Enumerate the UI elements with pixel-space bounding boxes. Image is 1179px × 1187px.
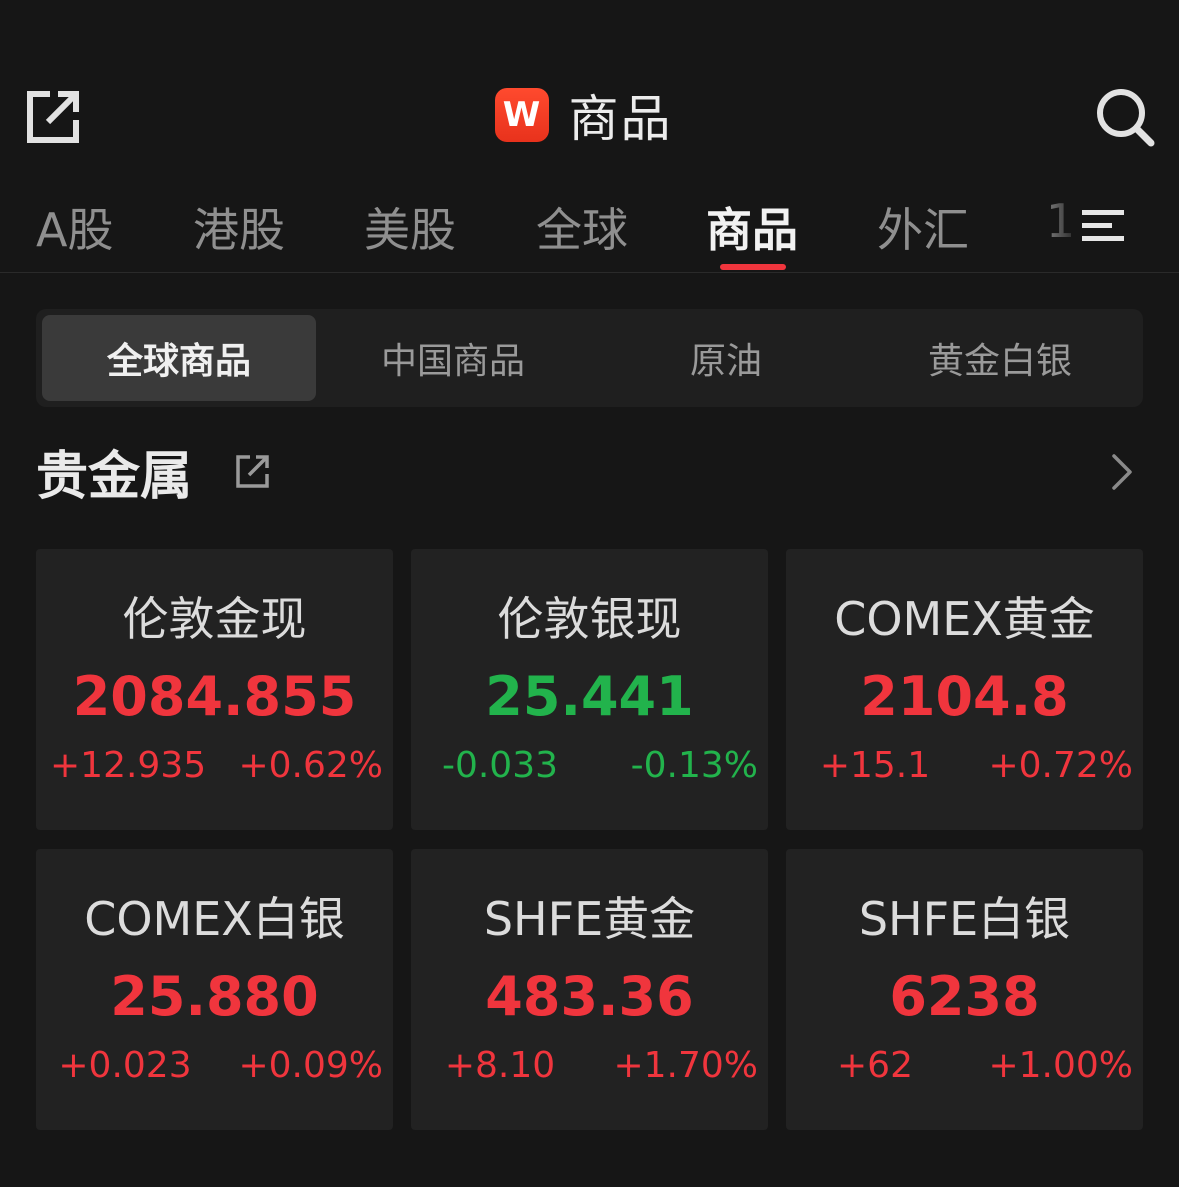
page-title: 商品 (568, 90, 673, 148)
search-button[interactable] (1094, 86, 1156, 148)
share-icon (27, 91, 79, 143)
quote-name: COMEX黄金 (834, 592, 1095, 646)
section-title: 贵金属 (36, 447, 193, 507)
quote-price: 25.880 (110, 965, 319, 1028)
quote-change: +12.935 (50, 745, 207, 786)
quote-price: 2104.8 (860, 665, 1069, 728)
segment-china-commodities[interactable]: 中国商品 (316, 315, 590, 401)
quote-change-percent: +1.00% (988, 1045, 1133, 1086)
market-tabs: A股 港股 美股 全球 商品 外汇 1 (0, 180, 1179, 273)
quote-change-percent: +1.70% (613, 1045, 758, 1086)
title-area: W 商品 (0, 60, 1179, 170)
share-button[interactable] (24, 86, 84, 146)
quote-card-shfe-silver[interactable]: SHFE白银 6238 +62 +1.00% (786, 849, 1143, 1130)
tab-global[interactable]: 全球 (536, 194, 628, 260)
tab-hk-stocks[interactable]: 港股 (193, 194, 285, 260)
segment-global-commodities[interactable]: 全球商品 (42, 315, 316, 401)
section-more-button[interactable] (1106, 452, 1136, 492)
app-logo: W (494, 88, 549, 142)
quote-change-percent: +0.09% (238, 1045, 383, 1086)
section-share-button[interactable] (234, 452, 272, 490)
quote-change-percent: -0.13% (630, 745, 758, 786)
tab-commodities[interactable]: 商品 (706, 194, 798, 260)
quote-change: -0.033 (441, 745, 559, 786)
quote-name: SHFE黄金 (483, 892, 696, 946)
chevron-right-icon (1112, 454, 1132, 490)
quote-change-percent: +0.72% (988, 745, 1133, 786)
share-icon (236, 455, 269, 488)
commodity-segment-control: 全球商品 中国商品 原油 黄金白银 (36, 309, 1143, 407)
quote-name: COMEX白银 (84, 892, 345, 946)
quote-price: 2084.855 (72, 665, 357, 728)
quote-price: 483.36 (485, 965, 694, 1028)
quote-card-shfe-gold[interactable]: SHFE黄金 483.36 +8.10 +1.70% (411, 849, 768, 1130)
quote-card-london-gold[interactable]: 伦敦金现 2084.855 +12.935 +0.62% (36, 549, 393, 830)
quote-name: 伦敦银现 (497, 592, 682, 646)
quote-change: +15.1 (819, 745, 931, 786)
top-bar: W 商品 (0, 60, 1179, 170)
quote-name: 伦敦金现 (122, 592, 307, 646)
quote-change: +8.10 (444, 1045, 556, 1086)
quote-change: +62 (837, 1045, 913, 1086)
segment-crude-oil[interactable]: 原油 (589, 315, 863, 401)
tab-us-stocks[interactable]: 美股 (364, 194, 456, 260)
active-tab-indicator (720, 264, 786, 270)
tab-forex[interactable]: 外汇 (877, 194, 969, 260)
quote-price: 6238 (889, 965, 1040, 1028)
quote-price: 25.441 (485, 665, 694, 728)
quote-change: +0.023 (58, 1045, 192, 1086)
quote-card-comex-gold[interactable]: COMEX黄金 2104.8 +15.1 +0.72% (786, 549, 1143, 830)
segment-gold-silver[interactable]: 黄金白银 (863, 315, 1137, 401)
menu-icon (1082, 210, 1124, 241)
tab-a-shares[interactable]: A股 (36, 194, 113, 260)
section-header[interactable]: 贵金属 (36, 430, 1143, 510)
quote-card-comex-silver[interactable]: COMEX白银 25.880 +0.023 +0.09% (36, 849, 393, 1130)
quote-card-london-silver[interactable]: 伦敦银现 25.441 -0.033 -0.13% (411, 549, 768, 830)
search-icon (1097, 89, 1155, 147)
quote-name: SHFE白银 (858, 892, 1071, 946)
tab-menu-button[interactable] (1080, 206, 1128, 246)
quote-change-percent: +0.62% (238, 745, 383, 786)
